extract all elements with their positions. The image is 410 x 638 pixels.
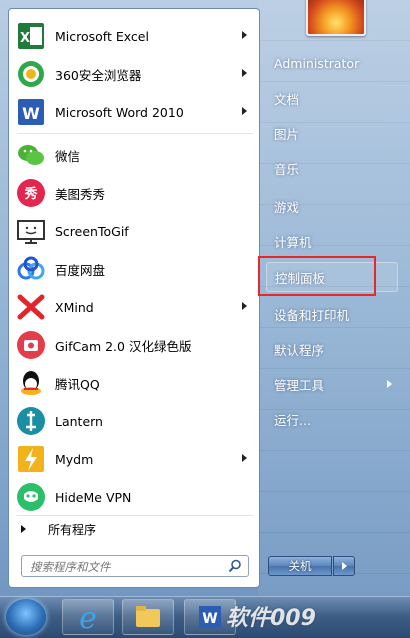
program-item[interactable]: Lantern	[11, 403, 257, 439]
program-item[interactable]: HideMe VPN	[11, 479, 257, 515]
taskbar-explorer-button[interactable]	[122, 599, 174, 635]
submenu-arrow-icon[interactable]	[242, 31, 247, 39]
program-label: XMind	[55, 299, 94, 315]
submenu-arrow-icon[interactable]	[242, 302, 247, 310]
program-label: Mydm	[55, 451, 94, 467]
right-pane-item[interactable]: 设备和打印机	[266, 300, 396, 328]
submenu-arrow-icon[interactable]	[242, 454, 247, 462]
right-pane-label: 运行...	[274, 412, 311, 428]
shutdown-button[interactable]: 关机	[268, 556, 332, 576]
right-pane-label: 设备和打印机	[274, 307, 350, 323]
menu-separator	[17, 133, 253, 134]
watermark-text: 软件009	[226, 606, 316, 631]
360-browser-icon	[15, 58, 47, 90]
program-item[interactable]: X Microsoft Excel	[11, 18, 257, 54]
word-icon: W	[15, 96, 47, 128]
submenu-arrow-icon[interactable]	[242, 69, 247, 77]
svg-text:e: e	[79, 601, 97, 634]
program-label: 腾讯QQ	[55, 376, 100, 392]
user-picture-avatar[interactable]	[306, 0, 366, 36]
program-label: 美图秀秀	[55, 186, 106, 202]
screentogif-icon	[15, 215, 47, 247]
program-item[interactable]: W Microsoft Word 2010	[11, 94, 257, 130]
program-label: Microsoft Word 2010	[55, 104, 184, 120]
highlight-annotation-box	[258, 256, 376, 296]
program-label: Lantern	[55, 413, 103, 429]
program-label: HideMe VPN	[55, 489, 132, 505]
right-pane-item[interactable]: 管理工具	[266, 370, 396, 398]
start-menu-programs-pane: X Microsoft Excel 360安全浏览器 W Microsoft Word …	[8, 8, 260, 588]
internet-explorer-icon: e	[79, 601, 97, 636]
search-input[interactable]	[28, 558, 222, 576]
right-pane-label: 管理工具	[274, 377, 325, 393]
all-programs-label: 所有程序	[48, 522, 97, 537]
search-box[interactable]	[21, 555, 249, 577]
folder-icon	[136, 606, 160, 627]
program-item[interactable]: Mydm	[11, 441, 257, 477]
right-pane-label: 图片	[274, 126, 300, 142]
mydm-icon	[15, 443, 47, 475]
right-pane-label: 默认程序	[274, 342, 325, 358]
svg-text:秀: 秀	[23, 186, 38, 202]
menu-separator	[17, 515, 253, 516]
right-pane-item[interactable]: 图片	[266, 119, 396, 147]
svg-text:W: W	[22, 104, 40, 123]
program-item[interactable]: GifCam 2.0 汉化绿色版	[11, 327, 257, 363]
program-label: Microsoft Excel	[55, 28, 149, 44]
right-pane-label: Administrator	[274, 55, 360, 71]
svg-text:W: W	[202, 611, 217, 627]
start-orb-button[interactable]	[6, 599, 46, 635]
submenu-arrow-icon[interactable]	[242, 107, 247, 115]
search-icon[interactable]	[228, 559, 242, 573]
right-pane-item[interactable]: 计算机	[266, 227, 396, 255]
gifcam-icon	[15, 329, 47, 361]
right-pane-label: 游戏	[274, 199, 300, 215]
wechat-icon	[15, 139, 47, 171]
qq-icon	[15, 367, 47, 399]
meitu-icon: 秀	[15, 177, 47, 209]
program-item[interactable]: 百度网盘	[11, 251, 257, 287]
program-label: 百度网盘	[55, 262, 106, 278]
taskbar-ie-button[interactable]: e	[62, 599, 114, 636]
baidu-netdisk-icon	[15, 253, 47, 285]
svg-text:X: X	[20, 31, 30, 46]
program-item[interactable]: 秀 美图秀秀	[11, 175, 257, 211]
right-pane-item[interactable]: 音乐	[266, 154, 396, 182]
right-pane-item[interactable]: 游戏	[266, 192, 396, 220]
xmind-icon	[15, 291, 47, 323]
program-label: 微信	[55, 148, 81, 164]
program-label: GifCam 2.0 汉化绿色版	[55, 338, 192, 354]
right-pane-label: 音乐	[274, 161, 300, 177]
program-item[interactable]: 微信	[11, 137, 257, 173]
all-programs-arrow-icon	[21, 525, 26, 533]
hideme-vpn-icon	[15, 481, 47, 513]
submenu-arrow-icon[interactable]	[387, 380, 392, 388]
program-item[interactable]: 360安全浏览器	[11, 56, 257, 92]
right-pane-item[interactable]: 文档	[266, 84, 396, 112]
right-pane-item[interactable]: Administrator	[266, 49, 396, 77]
program-item[interactable]: 腾讯QQ	[11, 365, 257, 401]
right-pane-item[interactable]: 运行...	[266, 405, 396, 433]
program-item[interactable]: ScreenToGif	[11, 213, 257, 249]
shutdown-options-arrow-button[interactable]	[333, 556, 355, 576]
excel-icon: X	[15, 20, 47, 52]
program-label: 360安全浏览器	[55, 67, 142, 83]
program-label: ScreenToGif	[55, 223, 129, 239]
right-pane-item[interactable]: 默认程序	[266, 335, 396, 363]
program-item[interactable]: XMind	[11, 289, 257, 325]
right-pane-label: 文档	[274, 91, 300, 107]
right-pane-label: 计算机	[274, 234, 312, 250]
all-programs-button[interactable]: 所有程序	[11, 517, 257, 541]
lantern-icon	[15, 405, 47, 437]
